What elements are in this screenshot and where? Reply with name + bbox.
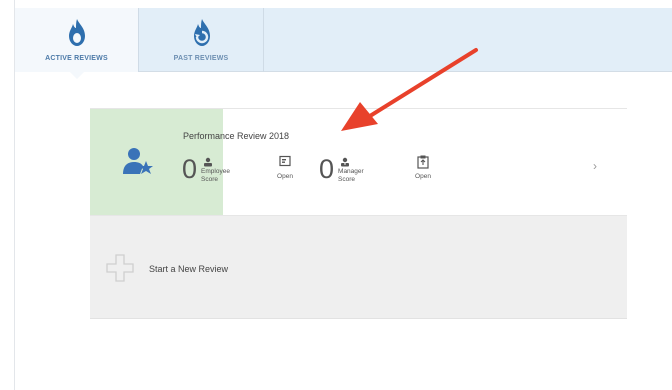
start-new-review[interactable]: Start a New Review <box>90 216 627 319</box>
person-icon <box>204 157 213 167</box>
employee-score-label: Employee Score <box>201 168 230 183</box>
start-new-review-label: Start a New Review <box>149 264 229 274</box>
manager-score: 0 Manager Score <box>319 156 368 183</box>
plus-icon <box>106 254 134 282</box>
manager-icon <box>341 157 350 167</box>
tab-label: ACTIVE REVIEWS <box>45 55 108 62</box>
user-star-icon <box>123 148 153 174</box>
form-icon <box>279 155 291 167</box>
annotation-arrow <box>341 48 478 131</box>
tab-past-reviews[interactable]: PAST REVIEWS <box>139 8 264 72</box>
clipboard-icon <box>417 155 429 169</box>
tab-label: PAST REVIEWS <box>173 55 229 62</box>
flame-history-icon <box>194 19 210 46</box>
employee-score-value: 0 <box>182 154 198 184</box>
chevron-right-icon[interactable]: › <box>593 159 597 173</box>
manager-score-value: 0 <box>319 154 335 184</box>
manager-score-label: Manager Score <box>338 168 364 183</box>
employee-status-label: Open <box>277 173 293 180</box>
review-title: Performance Review 2018 <box>183 131 290 141</box>
tab-active-reviews[interactable]: ACTIVE REVIEWS <box>15 8 139 79</box>
manager-status-label: Open <box>415 173 431 180</box>
app-frame: ACTIVE REVIEWS PAST REVIEWS Performance … <box>14 0 672 390</box>
flame-icon <box>68 19 85 46</box>
manager-status: Open <box>411 155 435 180</box>
employee-status: Open <box>273 155 297 180</box>
employee-score: 0 Employee Score <box>182 156 231 183</box>
